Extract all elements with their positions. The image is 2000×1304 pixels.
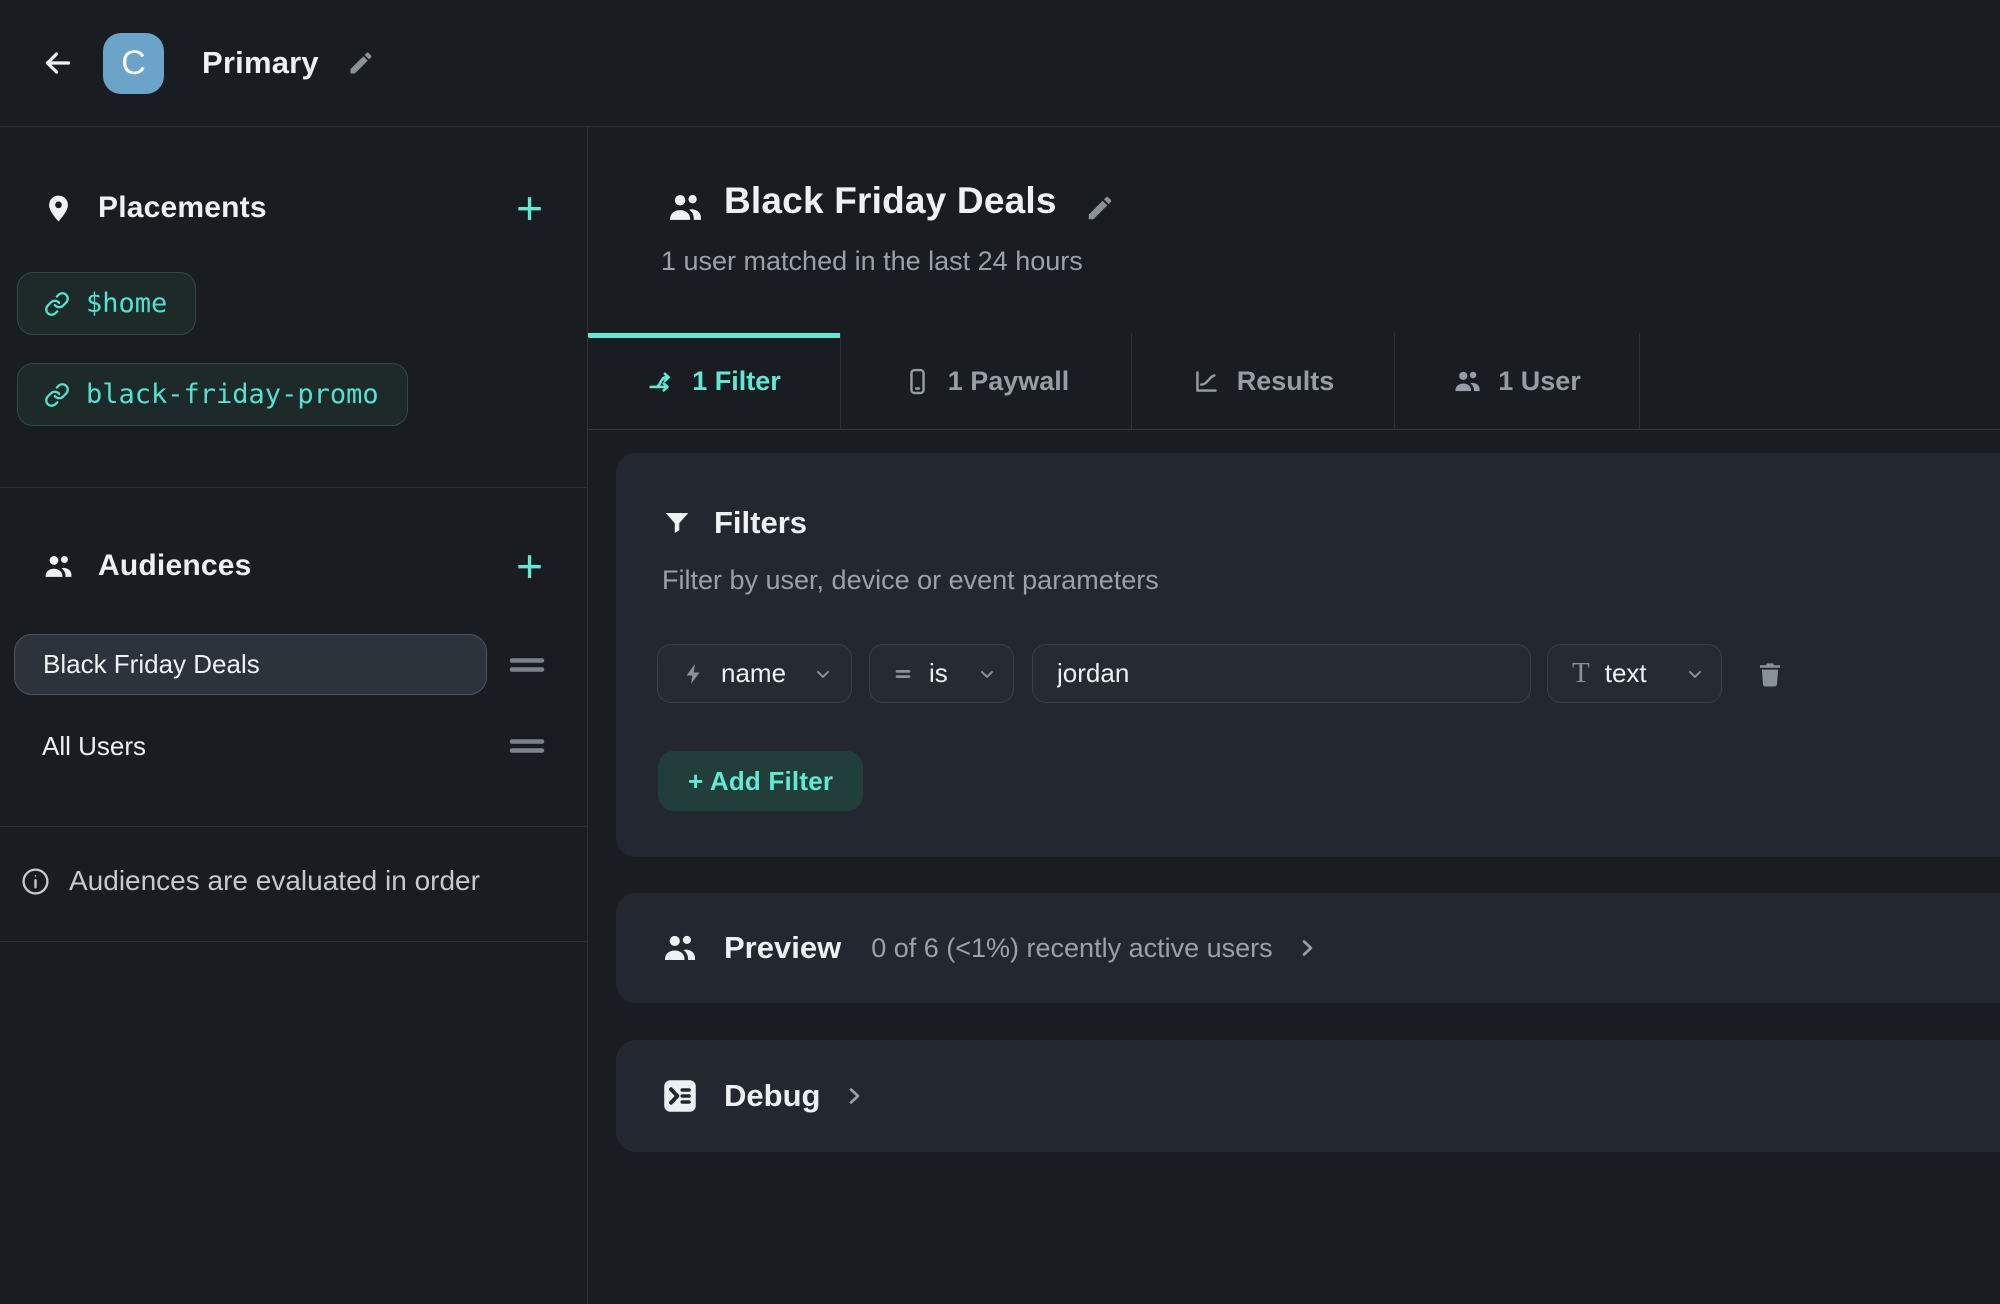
filters-title: Filters [714,505,807,541]
placement-pill-home[interactable]: $home [17,272,196,335]
line-chart-icon [1192,367,1221,396]
tab-label: Results [1237,366,1335,397]
top-bar: C Primary [0,0,2000,127]
add-placement-button[interactable]: + [514,185,545,231]
preview-summary: 0 of 6 (<1%) recently active users [871,933,1272,964]
preview-title: Preview [724,930,841,966]
users-icon [43,551,74,582]
back-arrow-icon[interactable] [40,45,76,81]
link-icon [44,291,70,317]
preview-card[interactable]: Preview 0 of 6 (<1%) recently active use… [616,893,2000,1003]
funnel-icon [662,508,692,538]
audience-row: Black Friday Deals [14,634,545,695]
text-type-icon: T [1572,659,1590,688]
filters-card: Filters Filter by user, device or event … [616,453,2000,857]
main-content: Black Friday Deals 1 user matched in the… [588,127,2000,1304]
audience-title: Black Friday Deals [724,180,1057,222]
split-arrows-icon [647,367,676,396]
filter-row: name is T text [657,644,1787,703]
chevron-right-icon [1295,936,1319,960]
filters-description: Filter by user, device or event paramete… [662,565,1159,596]
tab-results[interactable]: Results [1132,333,1395,429]
debug-title: Debug [724,1078,820,1114]
type-value: text [1605,658,1647,689]
placement-label: black-friday-promo [86,379,379,410]
match-summary: 1 user matched in the last 24 hours [661,246,1083,277]
app-root: C Primary Placements + $home black-frida… [0,0,2000,1304]
tab-user[interactable]: 1 User [1395,333,1640,429]
note-text: Audiences are evaluated in order [69,865,480,897]
chevron-right-icon [842,1084,866,1108]
tab-label: 1 Filter [692,366,781,397]
chevron-down-icon [977,664,997,684]
chevron-down-icon [813,664,833,684]
audiences-title: Audiences [98,549,252,583]
link-icon [44,382,70,408]
map-pin-icon [43,193,74,224]
delete-filter-button[interactable] [1755,657,1787,691]
add-audience-button[interactable]: + [514,543,545,589]
operator-value: is [929,658,948,689]
lightning-bolt-icon [682,662,706,686]
users-icon [662,930,698,966]
placements-title: Placements [98,191,267,225]
users-icon [667,189,704,226]
smartphone-icon [903,367,932,396]
placement-label: $home [86,288,167,319]
add-filter-button[interactable]: + Add Filter [658,751,863,811]
audiences-section-header: Audiences + [43,541,545,591]
tab-paywall[interactable]: 1 Paywall [841,333,1132,429]
info-icon [20,866,51,897]
placements-section-header: Placements + [43,183,545,233]
tab-label: 1 Paywall [948,366,1070,397]
avatar[interactable]: C [103,33,164,94]
page-title: Primary [202,45,319,81]
drag-handle-icon[interactable] [509,733,545,759]
trash-icon [1755,658,1787,690]
edit-audience-pencil-icon[interactable] [1085,193,1115,223]
chevron-down-icon [1685,664,1705,684]
avatar-letter: C [121,44,146,83]
sidebar-divider [0,487,587,488]
drag-handle-icon[interactable] [509,652,545,678]
audience-item-black-friday-deals[interactable]: Black Friday Deals [14,634,487,695]
sidebar: Placements + $home black-friday-promo Au… [0,127,588,1304]
audience-row: All Users [14,721,545,771]
placement-pill-black-friday-promo[interactable]: black-friday-promo [17,363,408,426]
sidebar-divider [0,941,587,942]
tab-filter[interactable]: 1 Filter [588,333,841,429]
audiences-order-note: Audiences are evaluated in order [20,856,567,906]
users-icon [1453,367,1482,396]
terminal-icon [662,1078,698,1114]
operator-dropdown[interactable]: is [869,644,1014,703]
filter-value-input[interactable] [1032,644,1531,703]
edit-title-pencil-icon[interactable] [347,49,375,77]
property-dropdown[interactable]: name [657,644,852,703]
tab-label: 1 User [1498,366,1581,397]
audience-label: Black Friday Deals [43,649,260,680]
filters-header: Filters [662,505,807,541]
sidebar-divider [0,826,587,827]
property-value: name [721,658,786,689]
tab-bar: 1 Filter 1 Paywall Results 1 User [588,333,2000,430]
type-dropdown[interactable]: T text [1547,644,1722,703]
audience-label: All Users [42,731,146,762]
audience-item-all-users[interactable]: All Users [14,721,487,771]
equals-icon [892,663,914,685]
debug-card[interactable]: Debug [616,1040,2000,1152]
